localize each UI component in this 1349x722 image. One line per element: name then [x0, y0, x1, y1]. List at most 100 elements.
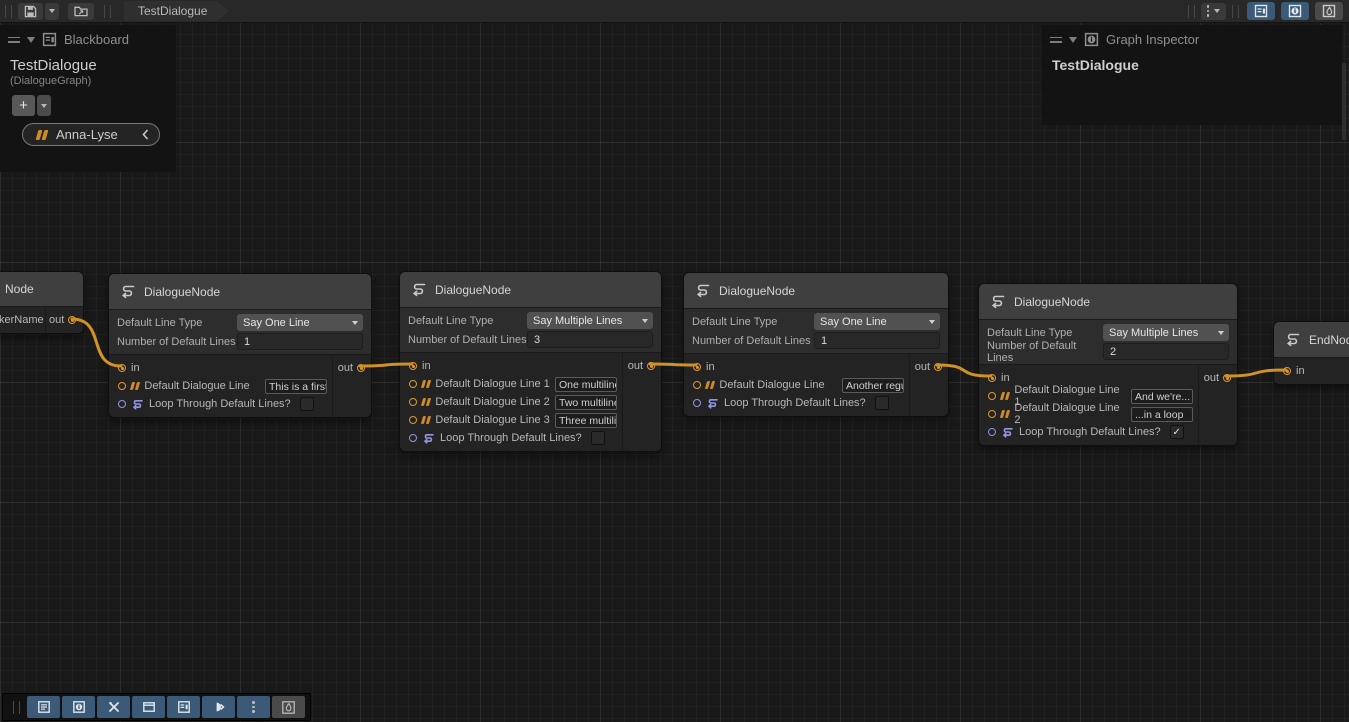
dialogue-line-port[interactable]: [118, 382, 126, 390]
log-icon: [37, 700, 51, 714]
dialogue-node[interactable]: DialogueNode Default Line Type Say Multi…: [399, 271, 662, 452]
port-label: Default Dialogue Line 3: [435, 414, 549, 426]
dialogue-line-input[interactable]: ...in a loop: [1131, 407, 1193, 422]
drag-handle-icon[interactable]: [8, 37, 20, 43]
num-lines-input[interactable]: 2: [1103, 343, 1229, 360]
node-title: DialogueNode: [435, 283, 511, 297]
loop-checkbox[interactable]: [591, 431, 605, 445]
loop-port[interactable]: [988, 428, 996, 436]
out-port[interactable]: [1223, 374, 1231, 382]
chevron-down-icon: [642, 319, 648, 323]
loop-port[interactable]: [409, 434, 417, 442]
prop-label: Number of Default Lines: [117, 336, 237, 348]
add-property-dropdown-button[interactable]: [37, 95, 51, 116]
prop-label: Default Line Type: [408, 315, 527, 327]
quill-toggle-button[interactable]: [272, 696, 305, 718]
dialogue-line-input[interactable]: Three multili: [555, 413, 617, 428]
blackboard-field-name: Anna-Lyse: [56, 127, 133, 142]
dialogue-line-port[interactable]: [409, 398, 417, 406]
quill-icon: [281, 700, 296, 715]
inspector-toggle-button[interactable]: [62, 696, 95, 718]
dialogue-line-port[interactable]: [409, 416, 417, 424]
in-port[interactable]: [1283, 367, 1291, 375]
node-title-bar[interactable]: Node: [0, 272, 83, 307]
port-label: Loop Through Default Lines?: [1019, 426, 1161, 438]
num-lines-input[interactable]: 1: [237, 333, 363, 350]
loop-port[interactable]: [693, 399, 701, 407]
inspector-toggle-button[interactable]: [1281, 2, 1309, 20]
log-toggle-button[interactable]: [27, 696, 60, 718]
dialogue-node[interactable]: DialogueNode Default Line Type Say One L…: [108, 273, 372, 418]
line-type-dropdown[interactable]: Say One Line: [814, 313, 940, 330]
add-property-button[interactable]: +: [12, 95, 35, 116]
line-type-dropdown[interactable]: Say Multiple Lines: [1103, 324, 1229, 341]
chevron-left-icon[interactable]: [142, 129, 149, 140]
drag-handle-icon[interactable]: [1050, 37, 1062, 43]
dialogue-line-input[interactable]: Two multiline: [555, 395, 617, 410]
blackboard-icon: [1254, 4, 1268, 18]
blackboard-toggle-button[interactable]: [1247, 2, 1275, 20]
loop-port[interactable]: [118, 400, 126, 408]
dialogue-line-input[interactable]: This is a first: [265, 379, 327, 394]
node-title-bar[interactable]: EndNode: [1274, 322, 1349, 358]
blackboard-field[interactable]: Anna-Lyse: [22, 123, 160, 146]
kebab-icon: [1207, 5, 1210, 17]
out-port[interactable]: [934, 363, 942, 371]
save-dropdown-button[interactable]: [45, 3, 59, 20]
panel-resize-handle[interactable]: [1342, 63, 1346, 140]
save-button[interactable]: [18, 3, 43, 20]
start-node[interactable]: Node kerName out: [0, 271, 84, 334]
dialogue-line-input[interactable]: And we're...: [1131, 389, 1193, 404]
blackboard-header[interactable]: Blackboard: [0, 25, 176, 51]
dialogue-node[interactable]: DialogueNode Default Line Type Say Multi…: [978, 283, 1238, 446]
blackboard-toggle-button[interactable]: [167, 696, 200, 718]
in-port[interactable]: [118, 364, 126, 372]
dialogue-line-input[interactable]: One multiline: [555, 377, 617, 392]
chevron-down-icon: [352, 321, 358, 325]
overflow-menu-button[interactable]: [1201, 3, 1227, 20]
num-lines-input[interactable]: 1: [814, 332, 940, 349]
out-port[interactable]: [68, 316, 76, 324]
in-port[interactable]: [693, 363, 701, 371]
node-title-bar[interactable]: DialogueNode: [109, 274, 371, 310]
play-toggle-button[interactable]: [202, 696, 235, 718]
collapse-arrow-icon[interactable]: [27, 37, 35, 43]
dialogue-line-port[interactable]: [988, 392, 996, 400]
tools-toggle-button[interactable]: [97, 696, 130, 718]
in-port[interactable]: [988, 374, 996, 382]
save-icon: [24, 5, 37, 18]
window-toggle-button[interactable]: [132, 696, 165, 718]
loop-checkbox[interactable]: [300, 397, 314, 411]
play-icon: [212, 700, 226, 714]
in-port[interactable]: [409, 362, 417, 370]
overflow-menu-button[interactable]: [237, 696, 270, 718]
end-node[interactable]: EndNode in: [1273, 321, 1349, 385]
node-title: DialogueNode: [144, 285, 220, 299]
dialogue-node[interactable]: DialogueNode Default Line Type Say One L…: [683, 272, 949, 417]
node-title-bar[interactable]: DialogueNode: [400, 272, 661, 308]
loop-checkbox[interactable]: [1170, 425, 1184, 439]
line-type-dropdown[interactable]: Say Multiple Lines: [527, 312, 653, 329]
out-port-label: out: [1204, 372, 1219, 384]
line-type-dropdown[interactable]: Say One Line: [237, 314, 363, 331]
out-port[interactable]: [647, 362, 655, 370]
dialogue-line-port[interactable]: [693, 381, 701, 389]
toolbar-separator: [103, 5, 112, 18]
num-lines-input[interactable]: 3: [527, 331, 653, 348]
chevron-down-icon: [49, 9, 55, 13]
breadcrumb-tab[interactable]: TestDialogue: [124, 1, 229, 21]
dialogue-line-port[interactable]: [988, 410, 996, 418]
node-title-bar[interactable]: DialogueNode: [684, 273, 948, 309]
collapse-arrow-icon[interactable]: [1069, 37, 1077, 43]
toolbar-separator: [12, 701, 21, 714]
dialogue-line-port[interactable]: [409, 380, 417, 388]
open-asset-button[interactable]: [68, 3, 94, 20]
dropdown-value: Say Multiple Lines: [1109, 327, 1198, 339]
panel-title: Blackboard: [64, 32, 129, 47]
graph-inspector-header[interactable]: Graph Inspector: [1042, 25, 1342, 51]
node-title-bar[interactable]: DialogueNode: [979, 284, 1237, 320]
dialogue-line-input[interactable]: Another regu: [842, 378, 904, 393]
loop-checkbox[interactable]: [875, 396, 889, 410]
quill-toggle-button[interactable]: [1315, 2, 1343, 20]
out-port[interactable]: [357, 364, 365, 372]
